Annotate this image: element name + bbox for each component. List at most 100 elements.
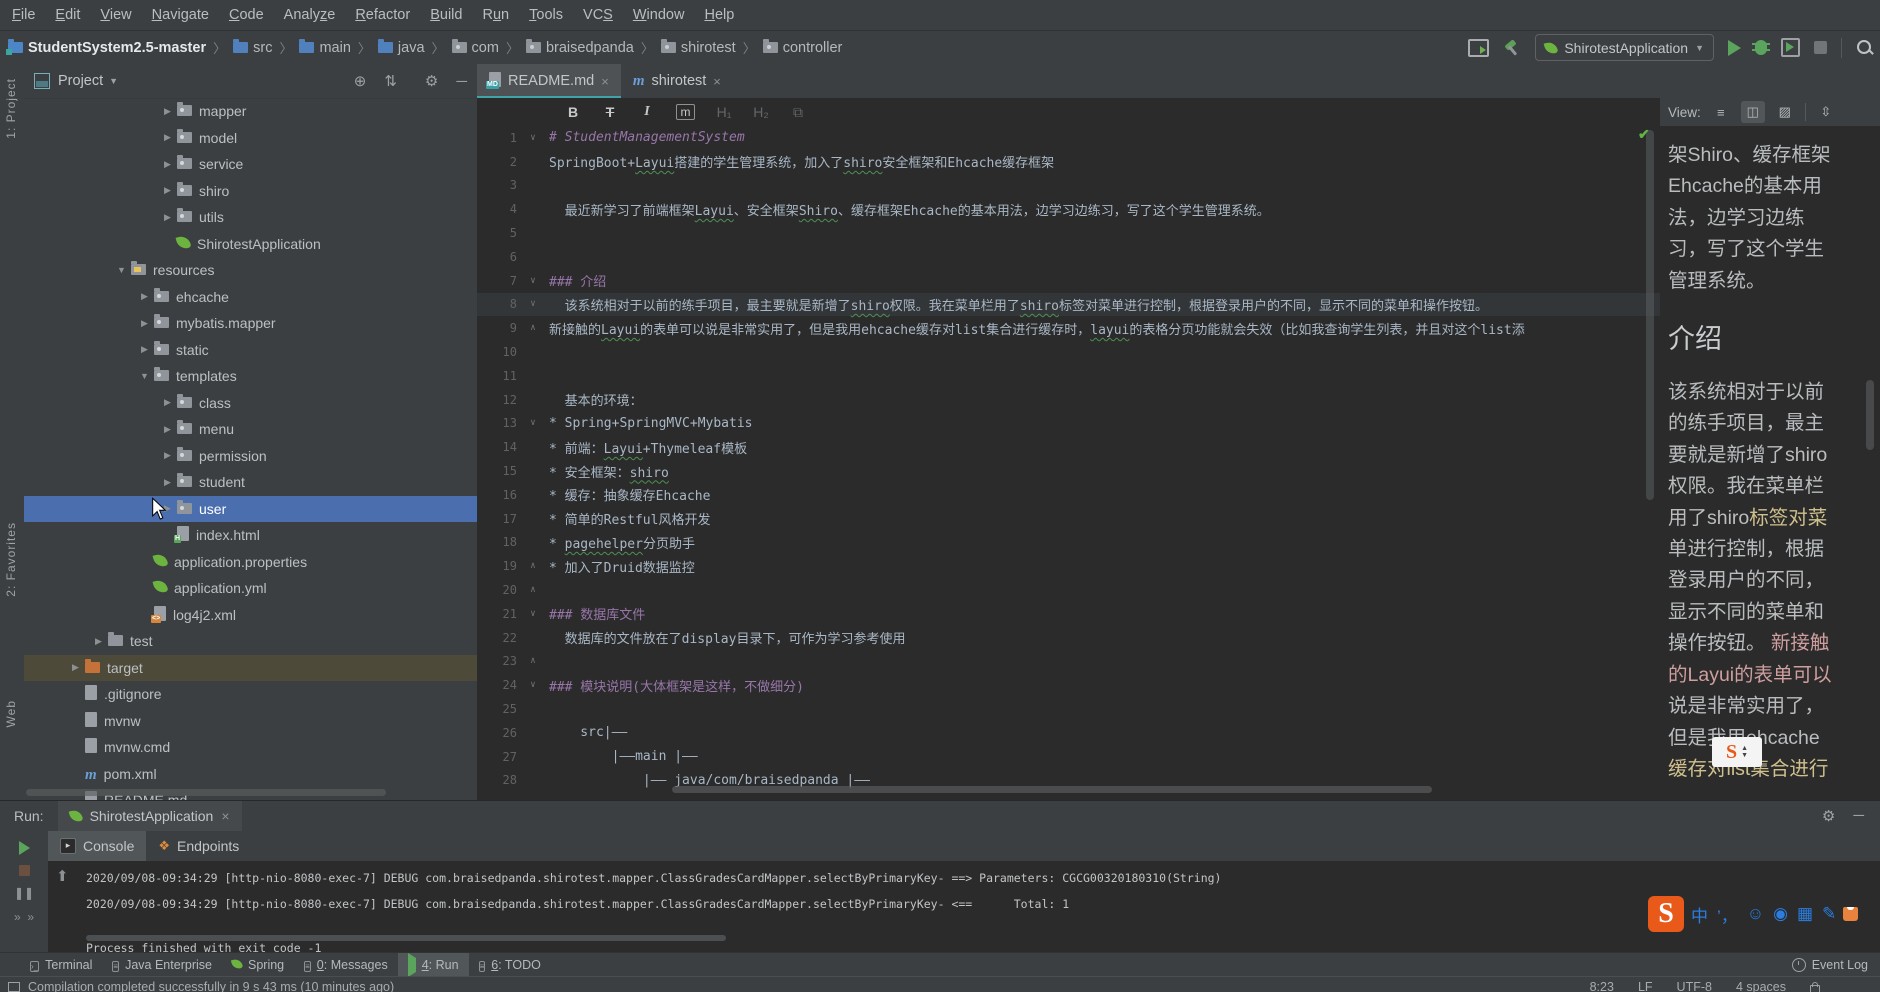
tree-row-pom-xml[interactable]: mpom.xml	[24, 761, 477, 788]
breadcrumb-item[interactable]: 〉java	[351, 38, 425, 57]
project-panel-title[interactable]: Project	[58, 73, 103, 89]
tree-row-shiro[interactable]: ▶shiro	[24, 178, 477, 205]
editor-line-21[interactable]: 21∨### 数据库文件	[477, 602, 1660, 626]
editor-line-20[interactable]: 20∧	[477, 578, 1660, 602]
toolwindow-button-spring[interactable]: Spring	[222, 953, 294, 977]
sogou-logo[interactable]: S	[1648, 896, 1684, 932]
tree-row-resources[interactable]: ▼resources	[24, 257, 477, 284]
editor-line-1[interactable]: 1∨# StudentManagementSystem	[477, 126, 1660, 150]
expand-arrow-icon[interactable]: ▶	[135, 344, 154, 355]
menu-item-run[interactable]: Run	[472, 7, 519, 23]
expand-arrow-icon[interactable]: ▼	[112, 265, 131, 275]
tree-row-index-html[interactable]: Hindex.html	[24, 522, 477, 549]
breadcrumb-item[interactable]: 〉com	[425, 38, 499, 57]
scroll-to-top-icon[interactable]: ⬆	[56, 867, 69, 885]
toolwindow-button-6-todo[interactable]: ≡6: TODO	[469, 953, 551, 977]
ime-key-icon[interactable]: ☺	[1747, 904, 1764, 924]
stop-process-button[interactable]	[19, 865, 30, 876]
expand-arrow-icon[interactable]: ▶	[158, 159, 177, 170]
view-editor-only-icon[interactable]: ≡	[1709, 101, 1733, 123]
editor-tab-shirotest[interactable]: mshirotest×	[621, 64, 733, 98]
rerun-button[interactable]	[19, 841, 30, 855]
tree-row-permission[interactable]: ▶permission	[24, 443, 477, 470]
toolwindow-button-0-messages[interactable]: ≡0: Messages	[294, 953, 398, 977]
expand-arrow-icon[interactable]: ▶	[89, 636, 108, 647]
tab-endpoints[interactable]: ❖ Endpoints	[146, 831, 251, 861]
expand-arrow-icon[interactable]: ▶	[158, 424, 177, 435]
fold-marker-icon[interactable]: ∧	[517, 585, 549, 595]
menu-item-tools[interactable]: Tools	[519, 7, 573, 23]
editor-line-17[interactable]: 17* 简单的Restful风格开发	[477, 507, 1660, 531]
ime-key-icon[interactable]: ◉	[1773, 904, 1788, 924]
editor-line-22[interactable]: 22 数据库的文件放在了display目录下，可作为学习参考使用	[477, 626, 1660, 650]
menu-item-edit[interactable]: Edit	[45, 7, 90, 23]
ime-skin-icon[interactable]	[1843, 907, 1858, 921]
breadcrumb-item[interactable]: 〉main	[272, 38, 350, 57]
editor-line-25[interactable]: 25	[477, 697, 1660, 721]
ime-key-icon[interactable]: ▦	[1797, 904, 1813, 924]
editor-line-24[interactable]: 24∨### 模块说明(大体框架是这样，不做细分)	[477, 673, 1660, 697]
indent-widget[interactable]: 4 spaces	[1736, 980, 1786, 992]
editor-line-27[interactable]: 27 |——main |——	[477, 745, 1660, 769]
tree-row-class[interactable]: ▶class	[24, 390, 477, 417]
editor-pane[interactable]: BTImH₁H₂⧉ 1∨# StudentManagementSystem2Sp…	[477, 98, 1660, 800]
tree-row-log4j2-xml[interactable]: <>log4j2.xml	[24, 602, 477, 629]
editor-lines[interactable]: 1∨# StudentManagementSystem2SpringBoot+L…	[477, 126, 1660, 792]
stripe-project-tab[interactable]: 1: Project	[4, 78, 18, 139]
expand-arrow-icon[interactable]: ▶	[135, 291, 154, 302]
italic-icon[interactable]: I	[639, 104, 655, 120]
toolwindow-button-terminal[interactable]: ›_Terminal	[20, 953, 102, 977]
breadcrumb-item[interactable]: StudentSystem2.5-master	[8, 40, 206, 56]
menu-item-vcs[interactable]: VCS	[573, 7, 623, 23]
fold-marker-icon[interactable]: ∧	[517, 323, 549, 333]
tree-row-mvnw-cmd[interactable]: mvnw.cmd	[24, 734, 477, 761]
tree-row-mapper[interactable]: ▶mapper	[24, 98, 477, 125]
fold-marker-icon[interactable]: ∧	[517, 561, 549, 571]
header-level-down-icon[interactable]: H₁	[716, 104, 732, 120]
tree-row-target[interactable]: ▶target	[24, 655, 477, 682]
tree-row-mybatis-mapper[interactable]: ▶mybatis.mapper	[24, 310, 477, 337]
hide-panel-icon[interactable]: ─	[1853, 807, 1864, 825]
view-editor-and-preview-icon[interactable]: ◫	[1741, 101, 1765, 123]
editor-line-14[interactable]: 14* 前端：Layui+Thymeleaf模板	[477, 435, 1660, 459]
expand-arrow-icon[interactable]: ▼	[135, 371, 154, 381]
expand-arrow-icon[interactable]: ▶	[158, 397, 177, 408]
ime-indicator[interactable]: S ▲▼	[1712, 737, 1762, 767]
markdown-preview[interactable]: 架Shiro、缓存框架Ehcache的基本用法，边学习边练习，写了这个学生管理系…	[1660, 126, 1880, 800]
tree-row-shirotestapplication[interactable]: ShirotestApplication	[24, 231, 477, 258]
editor-line-7[interactable]: 7∨### 介绍	[477, 269, 1660, 293]
editor-line-12[interactable]: 12 基本的环境：	[477, 388, 1660, 412]
hide-panel-icon[interactable]: ─	[456, 73, 467, 90]
editor-line-8[interactable]: 8∨ 该系统相对于以前的练手项目，最主要就是新增了shiro权限。我在菜单栏用了…	[477, 293, 1660, 317]
tree-row-model[interactable]: ▶model	[24, 125, 477, 152]
run-configuration-select[interactable]: ShirotestApplication ▼	[1535, 34, 1714, 61]
status-message[interactable]: Compilation completed successfully in 9 …	[8, 980, 394, 992]
fold-marker-icon[interactable]: ∨	[517, 418, 549, 428]
gear-icon[interactable]: ⚙	[1822, 807, 1835, 825]
console-output[interactable]: ⬆ 2020/09/08-09:34:29 [http-nio-8080-exe…	[48, 861, 1880, 953]
menu-item-analyze[interactable]: Analyze	[274, 7, 346, 23]
fold-marker-icon[interactable]: ∨	[517, 133, 549, 143]
pause-output-icon[interactable]: ❚❚	[14, 886, 34, 900]
editor-line-5[interactable]: 5	[477, 221, 1660, 245]
breadcrumb-item[interactable]: 〉src	[206, 38, 272, 57]
expand-arrow-icon[interactable]: ▶	[158, 212, 177, 223]
expand-arrow-icon[interactable]: ▶	[158, 132, 177, 143]
menu-item-navigate[interactable]: Navigate	[142, 7, 219, 23]
editor-line-26[interactable]: 26 src|——	[477, 721, 1660, 745]
editor-line-11[interactable]: 11	[477, 364, 1660, 388]
editor-line-19[interactable]: 19∧* 加入了Druid数据监控	[477, 554, 1660, 578]
ime-key-icon[interactable]: 中	[1691, 902, 1708, 927]
expand-arrow-icon[interactable]: ▶	[158, 106, 177, 117]
toolwindow-button-java-enterprise[interactable]: ≡Java Enterprise	[102, 953, 222, 977]
editor-line-3[interactable]: 3	[477, 174, 1660, 198]
auto-scroll-preview-icon[interactable]: ⇳	[1814, 101, 1838, 123]
tree-row-templates[interactable]: ▼templates	[24, 363, 477, 390]
line-separator-widget[interactable]: LF	[1638, 980, 1653, 992]
expand-arrow-icon[interactable]: ▶	[158, 450, 177, 461]
fold-marker-icon[interactable]: ∧	[517, 656, 549, 666]
ime-key-icon[interactable]: ✎	[1822, 904, 1836, 924]
editor-line-18[interactable]: 18* pagehelper分页助手	[477, 531, 1660, 555]
tree-row-menu[interactable]: ▶menu	[24, 416, 477, 443]
menu-item-code[interactable]: Code	[219, 7, 274, 23]
